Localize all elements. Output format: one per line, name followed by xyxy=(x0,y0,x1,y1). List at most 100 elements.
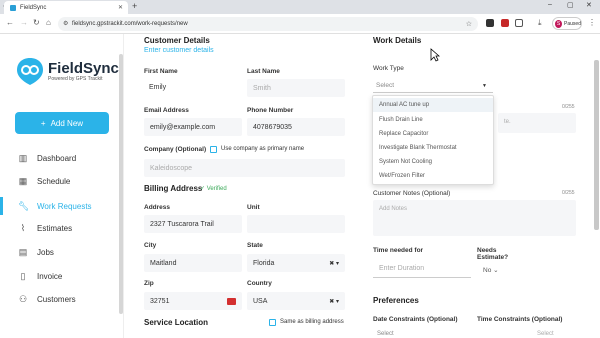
zip-value: 32751 xyxy=(150,297,170,305)
calendar-icon: ▦ xyxy=(18,175,28,186)
estimate-value: No xyxy=(483,267,492,274)
enter-customer-link[interactable]: Enter customer details xyxy=(144,47,214,54)
nav-item-jobs[interactable]: ▤ Jobs xyxy=(0,245,124,259)
work-type-dropdown: Annual AC tune up Flush Drain Line Repla… xyxy=(372,95,494,185)
work-type-select[interactable]: Select ▼ xyxy=(373,79,493,93)
url-field[interactable]: ⚙ fieldsync.gpstrackit.com/work-requests… xyxy=(58,17,478,31)
caret-down-icon: ▼ xyxy=(482,82,487,89)
nav-label: Customers xyxy=(37,294,76,304)
unit-input[interactable] xyxy=(247,215,345,233)
dropdown-option[interactable]: Wet/Frozen Filter xyxy=(379,173,425,179)
add-new-button[interactable]: + Add New xyxy=(15,112,109,134)
char-counter: 0/255 xyxy=(562,104,575,110)
work-type-placeholder: Select xyxy=(376,82,395,89)
dropdown-option[interactable]: Flush Drain Line xyxy=(379,117,423,123)
new-tab-icon[interactable]: + xyxy=(132,1,137,11)
address-input[interactable]: 2327 Tuscarora Trail xyxy=(144,215,242,233)
reload-icon[interactable]: ↻ xyxy=(33,18,40,27)
country-value: USA xyxy=(253,297,268,305)
clear-dropdown-icon[interactable]: ✖ ▾ xyxy=(329,298,339,305)
use-company-label: Use company as primary name xyxy=(221,146,305,152)
time-constraints-select[interactable]: Select xyxy=(537,331,554,337)
duration-input[interactable]: Enter Duration xyxy=(373,260,471,278)
site-info-icon[interactable]: ⚙ xyxy=(63,20,68,27)
customer-details-title: Customer Details xyxy=(144,36,210,45)
brand-logo[interactable]: FieldSync Powered by GPS Trackit xyxy=(16,56,119,86)
sidebar-scrollbar[interactable] xyxy=(119,54,123,314)
dropdown-option[interactable]: Investigate Blank Thermostat xyxy=(379,145,457,151)
people-icon: ⚇ xyxy=(18,293,28,304)
dropdown-option[interactable]: Replace Capacitor xyxy=(379,131,428,137)
url-text: fieldsync.gpstrackit.com/work-requests/n… xyxy=(72,21,188,27)
unit-label: Unit xyxy=(247,204,260,211)
bookmark-star-icon[interactable]: ☆ xyxy=(466,20,472,28)
work-type-label: Work Type xyxy=(373,65,404,72)
same-as-billing-checkbox[interactable] xyxy=(269,319,276,326)
verified-text: Verified xyxy=(206,186,227,192)
tab-close-icon[interactable]: ✕ xyxy=(118,4,123,11)
customer-notes-textarea[interactable]: Add Notes xyxy=(373,200,576,236)
state-value: Florida xyxy=(253,259,275,267)
window-close-icon[interactable]: ✕ xyxy=(586,1,592,9)
dropdown-option[interactable]: System Not Cooling xyxy=(379,159,432,165)
plus-icon: + xyxy=(40,118,46,128)
nav-item-dashboard[interactable]: ▥ Dashboard xyxy=(0,151,124,165)
service-location-title: Service Location xyxy=(144,318,209,327)
notes-char-counter: 0/255 xyxy=(562,190,575,196)
same-as-billing-label: Same as billing address xyxy=(280,319,344,325)
city-label: City xyxy=(144,242,157,249)
maximize-icon[interactable]: ▢ xyxy=(567,1,574,9)
company-input[interactable]: Kaleidoscope xyxy=(144,159,345,177)
first-name-label: First Name xyxy=(144,68,178,75)
last-name-label: Last Name xyxy=(247,68,280,75)
briefcase-icon: ▤ xyxy=(18,246,28,257)
customer-notes-label: Customer Notes (Optional) xyxy=(373,190,451,197)
mouse-cursor-icon xyxy=(430,48,440,62)
profile-button[interactable]: S Paused xyxy=(552,17,582,30)
country-select[interactable]: USA ✖ ▾ xyxy=(247,292,345,310)
add-new-label: Add New xyxy=(50,118,84,128)
description-textarea[interactable]: te. xyxy=(498,113,576,133)
zip-input[interactable]: 32751 xyxy=(144,292,242,310)
browser-tab-strip: ⌄ FieldSync ✕ + – ▢ ✕ xyxy=(0,0,600,14)
first-name-input[interactable]: Emily xyxy=(149,84,166,91)
address-label: Address xyxy=(144,204,171,211)
nav-item-invoice[interactable]: ▯ Invoice xyxy=(0,269,124,283)
extension-red-icon[interactable] xyxy=(501,19,509,27)
notes-placeholder: Add Notes xyxy=(379,206,408,212)
nav-label: Dashboard xyxy=(37,153,77,163)
extensions-puzzle-icon[interactable] xyxy=(515,19,523,27)
estimate-toggle[interactable]: No ⌄ xyxy=(483,266,499,274)
browser-tab[interactable]: FieldSync ✕ xyxy=(4,1,128,14)
use-company-checkbox[interactable] xyxy=(210,146,217,153)
clear-dropdown-icon[interactable]: ✖ ▾ xyxy=(329,260,339,267)
extension-icon[interactable] xyxy=(486,19,494,27)
forward-icon[interactable]: → xyxy=(20,18,28,27)
nav-item-customers[interactable]: ⚇ Customers xyxy=(0,292,124,306)
dropdown-option[interactable]: Annual AC tune up xyxy=(373,98,493,112)
nav-label: Work Requests xyxy=(37,201,92,211)
work-details-title: Work Details xyxy=(373,36,422,45)
bar-chart-icon: ▥ xyxy=(18,152,28,163)
last-name-input[interactable]: Smith xyxy=(247,79,345,97)
download-icon[interactable]: ⤓ xyxy=(538,18,542,28)
home-icon[interactable]: ⌂ xyxy=(46,18,51,27)
city-input[interactable]: Maitland xyxy=(144,254,242,272)
minimize-icon[interactable]: – xyxy=(548,1,552,8)
back-icon[interactable]: ← xyxy=(6,18,14,27)
nav-item-work-requests[interactable]: 🔧︎ Work Requests xyxy=(0,199,124,213)
nav-item-schedule[interactable]: ▦ Schedule xyxy=(0,174,124,188)
phone-input[interactable]: 4078679035 xyxy=(247,118,345,136)
email-label: Email Address xyxy=(144,107,189,114)
autofill-card-icon[interactable] xyxy=(227,297,236,305)
nav-label: Invoice xyxy=(37,271,63,281)
page-scrollbar[interactable] xyxy=(594,60,599,230)
state-select[interactable]: Florida ✖ ▾ xyxy=(247,254,345,272)
menu-dots-icon[interactable]: ⋮ xyxy=(588,18,596,27)
chevron-down-icon: ⌄ xyxy=(493,267,499,274)
email-input[interactable]: emily@example.com xyxy=(144,118,242,136)
nav-item-estimates[interactable]: ⌇ Estimates xyxy=(0,221,124,235)
document-icon: ▯ xyxy=(20,270,26,281)
date-constraints-select[interactable]: Select xyxy=(377,331,394,337)
zip-label: Zip xyxy=(144,280,154,287)
